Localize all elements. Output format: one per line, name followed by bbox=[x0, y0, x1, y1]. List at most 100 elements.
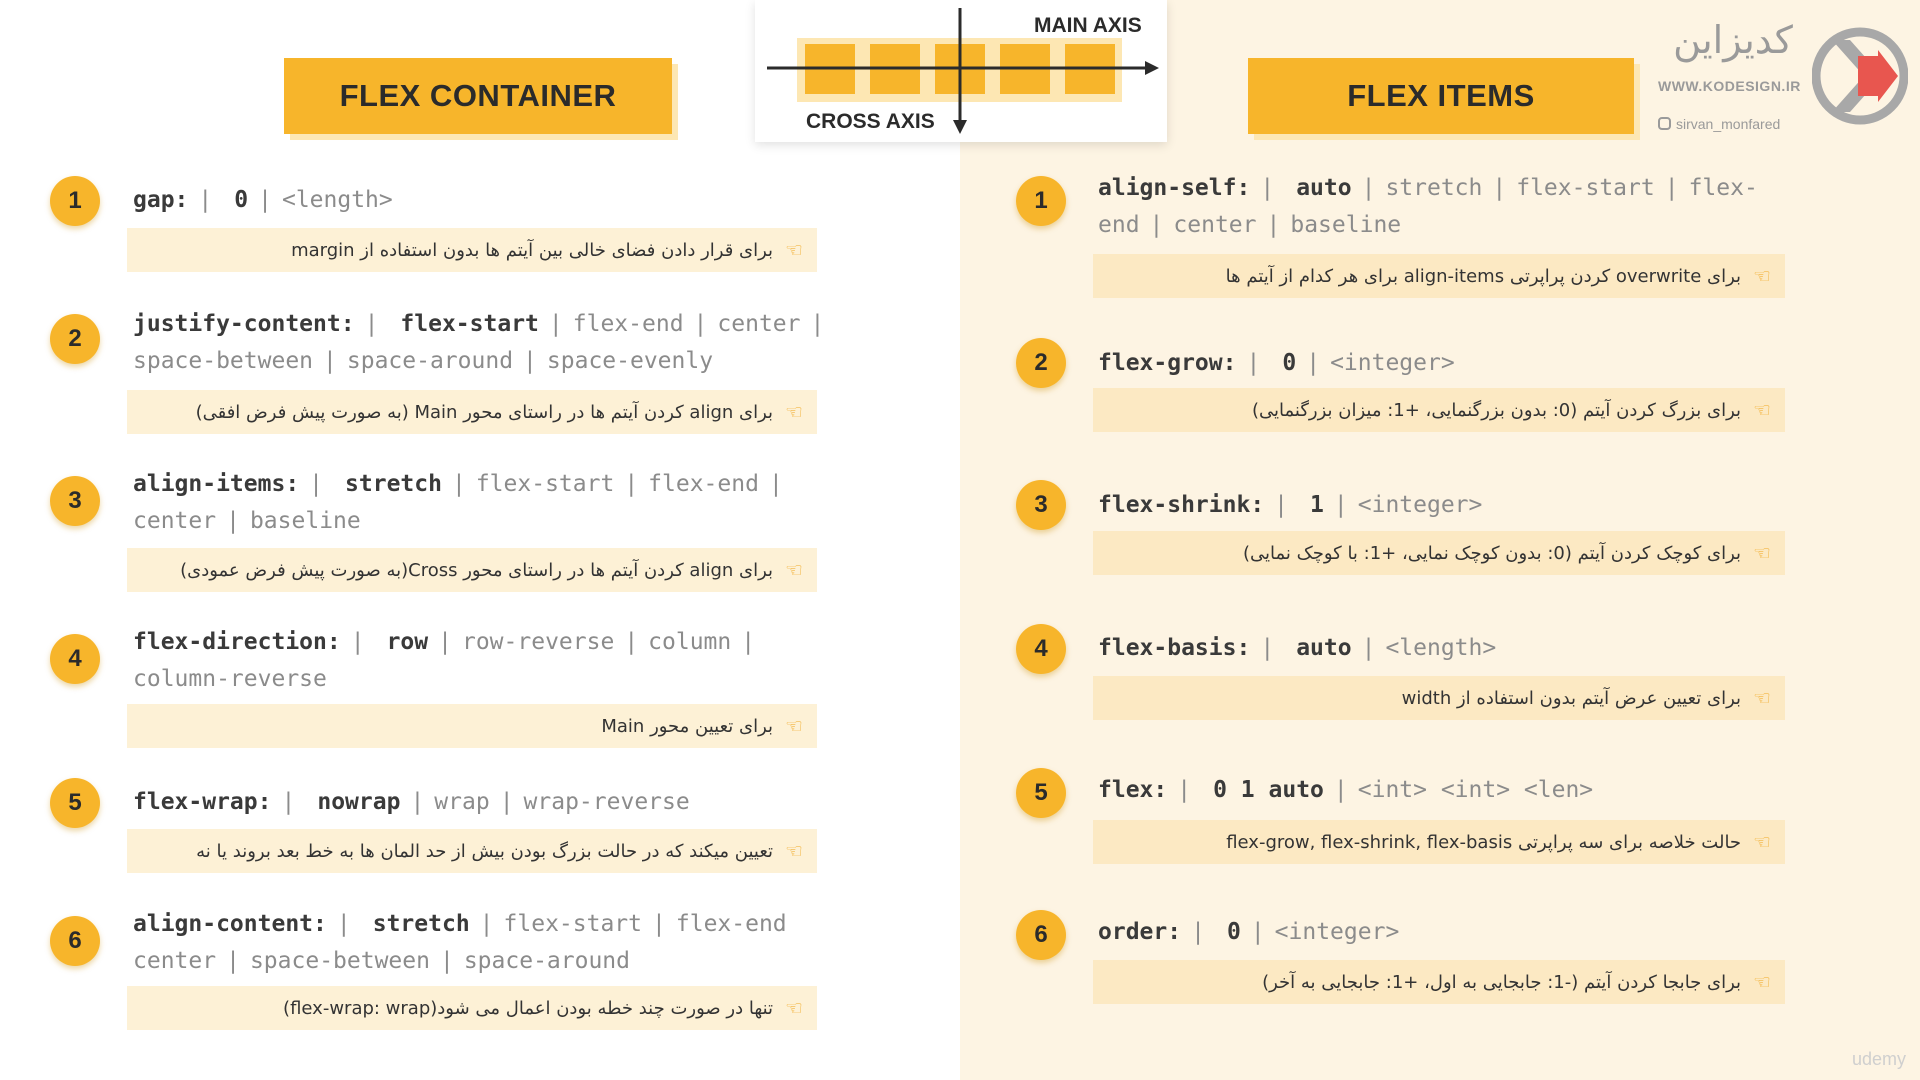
property-value: space-evenly bbox=[546, 348, 714, 374]
container-item-4-number: 4 bbox=[50, 634, 100, 684]
items-item-4-description: ☜ برای تعیین عرض آیتم بدون استفاده از wid… bbox=[1093, 676, 1785, 720]
value-separator: | bbox=[1149, 212, 1164, 238]
items-item-1-number: 1 bbox=[1016, 176, 1066, 226]
instagram-icon bbox=[1658, 117, 1671, 130]
value-separator: | bbox=[1260, 635, 1275, 661]
axis-diagram: MAIN AXIS CROSS AXIS bbox=[755, 0, 1167, 142]
property-name: flex-basis: bbox=[1098, 635, 1251, 661]
container-item-6-number: 6 bbox=[50, 916, 100, 966]
container-item-6-code-line: center | space-between | space-around bbox=[133, 943, 630, 980]
pointing-hand-icon: ☜ bbox=[785, 238, 803, 262]
description-text: برای overwrite کردن پراپرتی align-items … bbox=[1225, 265, 1742, 287]
default-value: stretch bbox=[372, 911, 470, 937]
property-name: flex-direction: bbox=[133, 629, 341, 655]
logo-url-text: WWW.KODESIGN.IR bbox=[1658, 78, 1801, 94]
property-value: space-around bbox=[463, 948, 630, 974]
cross-axis-label: CROSS AXIS bbox=[806, 110, 935, 133]
value-separator: | bbox=[1306, 350, 1321, 376]
value-separator: | bbox=[1361, 635, 1376, 661]
value-separator: | bbox=[810, 311, 825, 337]
items-item-3-code-line: flex-shrink: | 1 | <integer> bbox=[1098, 487, 1482, 524]
items-item-4-code-line: flex-basis: | auto | <length> bbox=[1098, 630, 1496, 667]
description-text: برای تعیین محور Main bbox=[601, 715, 774, 737]
container-item-6-description: ☜ تنها در صورت چند خطه بودن اعمال می شود(… bbox=[127, 986, 817, 1030]
default-value: 0 1 auto bbox=[1213, 777, 1324, 803]
default-value: 0 bbox=[1282, 350, 1297, 376]
default-value: 0 bbox=[1226, 919, 1241, 945]
pointing-hand-icon: ☜ bbox=[785, 558, 803, 582]
property-value: center bbox=[133, 948, 217, 974]
pointing-hand-icon: ☜ bbox=[1753, 686, 1771, 710]
value-separator: | bbox=[258, 187, 272, 213]
property-name: flex-grow: bbox=[1098, 350, 1237, 376]
container-item-6-code-line: align-content: | stretch | flex-start | flex-e… bbox=[133, 906, 787, 943]
value-separator: | bbox=[451, 471, 466, 497]
items-item-3-number: 3 bbox=[1016, 480, 1066, 530]
udemy-watermark: udemy bbox=[1851, 1049, 1906, 1069]
value-separator: | bbox=[652, 911, 666, 937]
description-text: برای کوچک کردن آیتم (0: بدون کوچک نمایی،… bbox=[1242, 542, 1742, 564]
value-separator: | bbox=[624, 629, 639, 655]
value-separator: | bbox=[523, 348, 537, 374]
description-text: برای جابجا کردن آیتم (-1: جابجایی به اول… bbox=[1262, 971, 1742, 993]
description-text: برای align کردن آیتم ها در راستای محور C… bbox=[180, 559, 774, 581]
items-item-6-code-line: order: | 0 | <integer> bbox=[1098, 914, 1399, 951]
logo-instagram: sirvan_monfared bbox=[1658, 116, 1808, 132]
description-text: برای تعیین عرض آیتم بدون استفاده از widt… bbox=[1401, 687, 1742, 709]
description-text: برای قرار دادن فضای خالی بین آیتم ها بدو… bbox=[291, 239, 774, 261]
value-separator: | bbox=[1191, 919, 1205, 945]
value-separator: | bbox=[350, 629, 365, 655]
property-value: space-between bbox=[133, 348, 314, 374]
property-name: flex-shrink: bbox=[1098, 492, 1265, 518]
items-item-3-description: ☜ برای کوچک کردن آیتم (0: بدون کوچک نمایی… bbox=[1093, 531, 1785, 575]
container-item-1-number: 1 bbox=[50, 176, 100, 226]
property-name: flex: bbox=[1098, 777, 1168, 803]
value-separator: | bbox=[693, 311, 708, 337]
property-value: wrap-reverse bbox=[523, 789, 690, 815]
pointing-hand-icon: ☜ bbox=[1753, 830, 1771, 854]
pointing-hand-icon: ☜ bbox=[1753, 541, 1771, 565]
main-axis-label: MAIN AXIS bbox=[1034, 14, 1142, 37]
property-value: flex-start bbox=[1516, 175, 1655, 201]
description-text: حالت خلاصه برای سه پراپرتی flex-grow, fl… bbox=[1226, 831, 1742, 853]
value-separator: | bbox=[1177, 777, 1192, 803]
property-value: flex- bbox=[1688, 175, 1758, 201]
value-separator: | bbox=[1274, 492, 1289, 518]
container-item-2-number: 2 bbox=[50, 314, 100, 364]
pointing-hand-icon: ☜ bbox=[785, 839, 803, 863]
default-value: auto bbox=[1296, 635, 1352, 661]
property-value: flex-end bbox=[648, 471, 759, 497]
items-item-5-code-line: flex: | 0 1 auto | <int> <int> <len> bbox=[1098, 772, 1593, 809]
logo-brand-text: کدیزاین bbox=[1673, 18, 1793, 62]
description-text: برای بزرگ کردن آیتم (0: بدون بزرگنمایی، … bbox=[1251, 399, 1742, 421]
value-separator: | bbox=[198, 187, 213, 213]
property-name: order: bbox=[1098, 919, 1182, 945]
value-separator: | bbox=[548, 311, 563, 337]
property-name: align-self: bbox=[1098, 175, 1251, 201]
flex-container-title: FLEX CONTAINER bbox=[284, 58, 672, 134]
items-item-6-description: ☜ برای جابجا کردن آیتم (-1: جابجایی به او… bbox=[1093, 960, 1785, 1004]
value-separator: | bbox=[479, 911, 494, 937]
flex-items-title: FLEX ITEMS bbox=[1248, 58, 1634, 134]
property-value: <length> bbox=[1385, 635, 1497, 661]
property-value: column-reverse bbox=[133, 666, 327, 692]
value-separator: | bbox=[364, 311, 379, 337]
property-value: <integer> bbox=[1357, 492, 1483, 518]
property-value: <integer> bbox=[1274, 919, 1400, 945]
items-item-1-code-line: align-self: | auto | stretch | flex-start | flex… bbox=[1098, 170, 1758, 207]
value-separator: | bbox=[1664, 175, 1679, 201]
value-separator: | bbox=[281, 789, 296, 815]
container-item-2-code-line: space-between | space-around | space-evenly bbox=[133, 343, 713, 380]
items-item-4-number: 4 bbox=[1016, 624, 1066, 674]
value-separator: | bbox=[624, 471, 639, 497]
property-value: end bbox=[1098, 212, 1140, 238]
default-value: flex-start bbox=[400, 311, 539, 337]
container-item-3-number: 3 bbox=[50, 476, 100, 526]
items-item-5-description: ☜ حالت خلاصه برای سه پراپرتی flex-grow, f… bbox=[1093, 820, 1785, 864]
description-text: برای align کردن آیتم ها در راستای محور M… bbox=[195, 401, 774, 423]
value-separator: | bbox=[741, 629, 756, 655]
value-separator: | bbox=[336, 911, 351, 937]
property-value: baseline bbox=[1290, 212, 1402, 238]
container-item-2-code-line: justify-content: | flex-start | flex-end | cen… bbox=[133, 306, 834, 343]
cross-axis-arrow-icon bbox=[953, 120, 967, 134]
